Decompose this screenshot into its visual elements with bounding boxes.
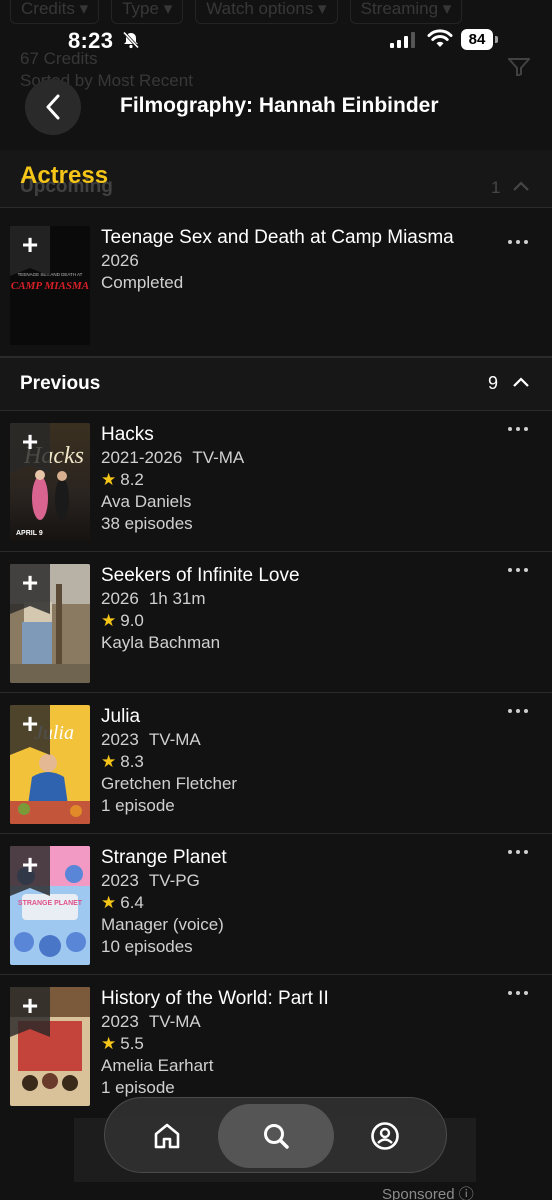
credit-title: Hacks [101, 424, 154, 445]
credit-cert: TV-PG [148, 871, 200, 890]
star-icon: ★ [101, 611, 117, 630]
credit-item[interactable]: + History of the World: Part II 2023 TV-M… [0, 975, 552, 1116]
actress-section-header: Upcoming Actress 1 [0, 150, 552, 208]
credit-title: Teenage Sex and Death at Camp Miasma [101, 227, 454, 248]
credit-title: Seekers of Infinite Love [101, 565, 300, 586]
more-options-icon[interactable] [508, 709, 528, 715]
credit-meta: 2026 1h 31m [101, 588, 504, 610]
credit-episodes: 38 episodes [101, 514, 193, 533]
credit-year: 2026 [101, 589, 139, 608]
star-icon: ★ [101, 893, 117, 912]
credit-year: 2021-2026 [101, 448, 183, 467]
credit-item[interactable]: STRANGE PLANET + Strange Planet 2023 TV-P… [0, 834, 552, 975]
bell-off-icon [122, 31, 140, 49]
nav-home[interactable] [109, 1104, 225, 1168]
back-button[interactable] [25, 79, 81, 135]
credit-role: Gretchen Fletcher [101, 774, 238, 793]
credit-info: Strange Planet 2023 TV-PG ★ 6.4 Manager (v… [101, 846, 504, 958]
credit-rating: ★ 5.5 [101, 1033, 504, 1055]
credit-info: History of the World: Part II 2023 TV-MA … [101, 987, 504, 1099]
battery-indicator: 84 [461, 29, 493, 50]
credit-cert: TV-MA [192, 448, 245, 467]
previous-count: 9 [488, 373, 499, 393]
rating-value: 5.5 [120, 1034, 144, 1053]
star-icon: ★ [101, 752, 117, 771]
wifi-icon [427, 29, 453, 47]
credit-meta: 2021-2026 TV-MA [101, 447, 504, 469]
status-bar: 8:23 84 [0, 0, 552, 80]
credit-rating: ★ 6.4 [101, 892, 504, 914]
credit-meta: 2023 TV-MA [101, 729, 504, 751]
credit-role: Manager (voice) [101, 915, 224, 934]
more-options-icon[interactable] [508, 850, 528, 856]
nav-search[interactable] [218, 1104, 334, 1168]
bottom-nav [104, 1097, 447, 1173]
chevron-up-icon[interactable] [512, 180, 530, 192]
credit-item[interactable]: Julia + Julia 2023 TV-MA ★ 8.3 Gretchen Fl… [0, 693, 552, 834]
page-title: Filmography: Hannah Einbinder [120, 94, 439, 117]
chevron-left-icon [46, 94, 60, 120]
credit-title: Julia [101, 706, 141, 727]
credit-meta: 2023 TV-PG [101, 870, 504, 892]
credit-role: Kayla Bachman [101, 633, 221, 652]
credit-year: 2023 [101, 1012, 139, 1031]
credit-rating: ★ 9.0 [101, 610, 504, 632]
credit-meta: 2023 TV-MA [101, 1011, 504, 1033]
search-icon [264, 1124, 289, 1149]
credit-title: Strange Planet [101, 847, 227, 868]
credit-item[interactable]: + Seekers of Infinite Love 2026 1h 31m ★ 9… [0, 552, 552, 693]
rating-value: 9.0 [120, 611, 144, 630]
credit-title: History of the World: Part II [101, 988, 329, 1009]
credit-runtime: 1h 31m [148, 589, 206, 608]
credit-item[interactable]: TEENAGE SEX AND DEATH AT CAMP MIASMA + T… [0, 212, 552, 357]
credit-status: Completed [101, 273, 184, 292]
rating-value: 8.3 [120, 752, 144, 771]
battery-tip [495, 36, 498, 43]
upcoming-count: 1 [491, 178, 501, 197]
actress-label: Actress [20, 162, 109, 189]
nav-profile[interactable] [327, 1104, 443, 1168]
previous-label: Previous [20, 373, 101, 394]
credit-item[interactable]: Hacks APRIL 9 + Hacks 2021-2026 TV-MA ★ 8.… [0, 411, 552, 552]
poster-title-text: CAMP MIASMA [11, 280, 89, 292]
credit-year: 2023 [101, 871, 139, 890]
credit-year: 2026 [101, 251, 139, 270]
credit-episodes: 1 episode [101, 1078, 175, 1097]
star-icon: ★ [101, 470, 117, 489]
signal-icon [390, 32, 415, 48]
sponsored-label[interactable]: Sponsored ⓘ [382, 1183, 474, 1200]
credit-info: Seekers of Infinite Love 2026 1h 31m ★ 9.0… [101, 564, 504, 654]
previous-section-header[interactable]: Previous 9 [0, 357, 552, 411]
credit-year: 2023 [101, 730, 139, 749]
credit-cert: TV-MA [148, 1012, 201, 1031]
status-time: 8:23 [68, 28, 114, 53]
chevron-up-icon[interactable] [512, 376, 530, 388]
more-options-icon[interactable] [508, 240, 528, 246]
credit-rating: ★ 8.2 [101, 469, 504, 491]
credit-info: Hacks 2021-2026 TV-MA ★ 8.2 Ava Daniels 38… [101, 423, 504, 535]
rating-value: 8.2 [120, 470, 144, 489]
credit-episodes: 10 episodes [101, 937, 193, 956]
svg-text:TEENAGE SEX AND DEATH AT: TEENAGE SEX AND DEATH AT [18, 272, 83, 277]
page-header: Filmography: Hannah Einbinder [0, 72, 552, 146]
profile-icon [371, 1122, 399, 1150]
credit-episodes: 1 episode [101, 796, 175, 815]
credit-info: Teenage Sex and Death at Camp Miasma 202… [101, 226, 504, 294]
credit-role: Ava Daniels [101, 492, 192, 511]
more-options-icon[interactable] [508, 568, 528, 574]
poster-title-text: STRANGE PLANET [18, 900, 83, 907]
star-icon: ★ [101, 1034, 117, 1053]
more-options-icon[interactable] [508, 991, 528, 997]
credit-info: Julia 2023 TV-MA ★ 8.3 Gretchen Fletcher 1… [101, 705, 504, 817]
poster-date-text: APRIL 9 [16, 530, 43, 537]
credit-cert: TV-MA [148, 730, 201, 749]
rating-value: 6.4 [120, 893, 144, 912]
more-options-icon[interactable] [508, 427, 528, 433]
home-icon [154, 1123, 180, 1149]
credit-role: Amelia Earhart [101, 1056, 214, 1075]
credit-rating: ★ 8.3 [101, 751, 504, 773]
